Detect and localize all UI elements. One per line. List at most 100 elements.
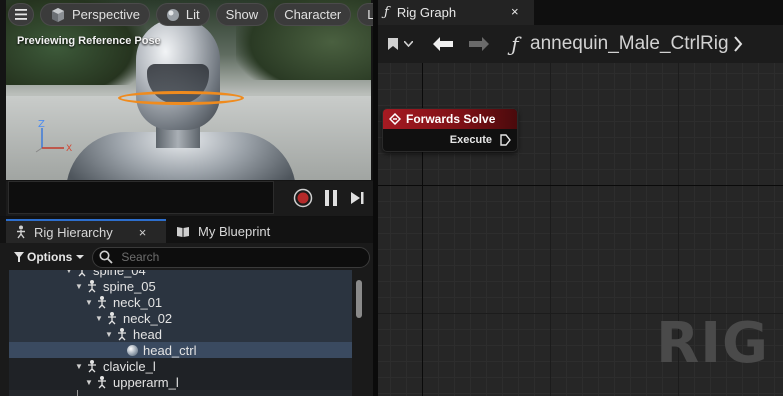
tab-my-blueprint[interactable]: My Blueprint	[168, 219, 278, 243]
character-label: Character	[284, 7, 342, 22]
close-icon[interactable]: ×	[511, 4, 519, 19]
bone-icon	[85, 279, 99, 293]
arrow-left-icon	[433, 37, 453, 51]
perspective-button[interactable]: Perspective	[40, 3, 150, 26]
chevron-right-icon	[734, 36, 743, 52]
control-sphere-icon	[127, 344, 138, 356]
execute-pin[interactable]: Execute	[450, 134, 511, 146]
graph-origin-axis	[378, 185, 783, 186]
chevron-down-icon	[76, 255, 85, 259]
book-icon	[177, 226, 189, 237]
lit-sphere-icon	[166, 8, 180, 22]
graph-toolbar: ƒ annequin_Male_CtrlRig	[378, 25, 783, 63]
lit-label: Lit	[185, 7, 200, 22]
tree-item-label: spine_05	[103, 278, 156, 294]
tree-item-label: head_ctrl	[143, 342, 197, 358]
hierarchy-scrollbar[interactable]	[356, 280, 362, 318]
forwards-solve-node[interactable]: Forwards Solve Execute	[382, 108, 518, 152]
pause-button[interactable]	[321, 188, 341, 208]
tab-rig-hierarchy-label: Rig Hierarchy	[34, 224, 113, 240]
tree-item-head[interactable]: ▼ head	[9, 326, 352, 342]
function-icon: ƒ	[384, 5, 389, 20]
bone-icon	[105, 311, 119, 325]
viewport-scene[interactable]: Previewing Reference Pose Z X	[6, 0, 371, 180]
axis-z-label: Z	[38, 119, 45, 130]
axis-x-label: X	[66, 144, 72, 154]
forward-button[interactable]	[464, 29, 494, 59]
tree-item-clavicle-l[interactable]: ▼ clavicle_l	[9, 358, 352, 374]
expand-arrow-icon: ▼	[75, 361, 83, 371]
preview-viewport[interactable]: Previewing Reference Pose Z X Perspectiv…	[0, 0, 373, 216]
control-rig-editor: Previewing Reference Pose Z X Perspectiv…	[0, 0, 783, 396]
tab-rig-hierarchy[interactable]: Rig Hierarchy ×	[6, 219, 166, 243]
bookmark-icon	[388, 38, 398, 50]
exec-pin-icon[interactable]	[500, 134, 511, 146]
hierarchy-tree[interactable]: ▼ spine_04 ▼ spine_05 ▼ neck_01 ▼ neck_0…	[9, 270, 352, 396]
node-title: Forwards Solve	[406, 112, 496, 126]
hamburger-icon	[15, 9, 27, 20]
viewport-toolbar: Perspective Lit Show Character LO	[8, 3, 373, 27]
tree-item-neck-01[interactable]: ▼ neck_01	[9, 294, 352, 310]
head-control-gizmo[interactable]	[118, 91, 244, 105]
tree-item-label: upperarm_l	[113, 374, 179, 390]
character-button[interactable]: Character	[274, 3, 352, 26]
back-button[interactable]	[428, 29, 458, 59]
timeline-field[interactable]	[8, 181, 274, 214]
hierarchy-search-input[interactable]: Search	[92, 246, 370, 268]
expand-arrow-icon: ▼	[75, 281, 83, 291]
rig-watermark: RIG	[656, 311, 769, 376]
tree-item-spine-04[interactable]: ▼ spine_04	[9, 270, 352, 278]
tab-my-blueprint-label: My Blueprint	[198, 223, 271, 239]
options-button[interactable]: Options	[6, 250, 85, 264]
expand-arrow-icon: ▼	[85, 297, 93, 307]
lod-button[interactable]: LO	[357, 3, 373, 26]
arrow-right-icon	[469, 37, 489, 51]
tree-item-spine-05[interactable]: ▼ spine_05	[9, 278, 352, 294]
rig-hierarchy-panel: Rig Hierarchy × My Blueprint Options Sea…	[0, 217, 373, 396]
chevron-down-icon	[404, 41, 413, 47]
breadcrumb-next-button[interactable]	[728, 29, 748, 59]
panel-tab-bar: Rig Hierarchy × My Blueprint	[0, 217, 373, 243]
options-label: Options	[27, 250, 73, 264]
node-header[interactable]: Forwards Solve	[383, 109, 517, 129]
graph-tab-bar: ƒ Rig Graph ×	[378, 0, 783, 25]
bone-icon	[85, 359, 99, 373]
expand-arrow-icon: ▼	[85, 377, 93, 387]
lit-button[interactable]: Lit	[155, 3, 210, 26]
tree-item-label: spine_04	[93, 270, 146, 278]
show-button[interactable]: Show	[215, 3, 269, 26]
search-placeholder: Search	[121, 250, 160, 264]
step-forward-icon	[351, 192, 364, 204]
pause-icon	[325, 190, 337, 206]
bone-icon	[95, 295, 109, 309]
record-icon	[293, 188, 313, 208]
tree-item-label: clavicle_l	[103, 358, 156, 374]
filter-icon	[14, 252, 24, 262]
tree-item-label: neck_01	[113, 294, 163, 310]
tree-item-neck-02[interactable]: ▼ neck_02	[9, 310, 352, 326]
viewport-menu-button[interactable]	[8, 3, 34, 26]
bone-icon	[95, 375, 109, 389]
expand-arrow-icon: ▼	[105, 329, 113, 339]
show-label: Show	[225, 7, 259, 22]
close-icon[interactable]: ×	[139, 225, 147, 240]
search-icon	[99, 250, 113, 264]
execute-pin-label: Execute	[449, 134, 492, 146]
step-forward-button[interactable]	[347, 188, 367, 208]
rig-figure-icon	[17, 225, 25, 239]
tab-rig-graph[interactable]: ƒ Rig Graph ×	[378, 0, 534, 25]
bone-icon	[115, 327, 129, 341]
tree-item-upperarm-l[interactable]: ▼ upperarm_l	[9, 374, 352, 390]
record-button[interactable]	[293, 188, 313, 208]
graph-breadcrumb[interactable]: annequin_Male_CtrlRig	[530, 33, 728, 55]
tree-item-label: neck_02	[123, 310, 173, 326]
perspective-label: Perspective	[72, 7, 140, 22]
tree-item-head-ctrl[interactable]: head_ctrl	[9, 342, 352, 358]
bone-icon	[75, 270, 89, 277]
graph-canvas[interactable]: Forwards Solve Execute RIG	[378, 63, 783, 396]
expand-arrow-icon: ▼	[95, 313, 103, 323]
previewing-status-label: Previewing Reference Pose	[17, 35, 161, 47]
bookmark-menu-button[interactable]	[382, 29, 418, 59]
expand-arrow-icon: ▼	[65, 270, 73, 275]
hierarchy-toolbar: Options Search	[6, 245, 370, 269]
